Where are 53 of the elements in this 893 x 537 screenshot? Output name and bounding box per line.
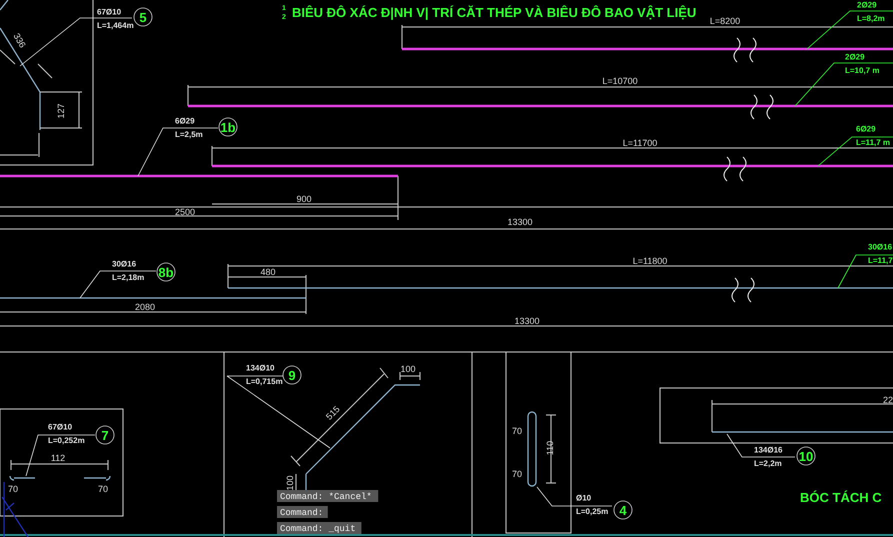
dimension-label: 70: [512, 426, 522, 436]
bar-mark-badge: 9: [282, 366, 302, 384]
bar-count-label: 2Ø29: [845, 52, 865, 62]
dimension-label: 70: [8, 484, 18, 494]
bar-count-label: 67Ø10: [48, 422, 72, 432]
bar-length-label: L=11,7 m: [856, 138, 890, 147]
bar-count-label: 134Ø16: [754, 446, 782, 454]
bar-count-label: 6Ø29: [856, 124, 876, 134]
bar-length-label: L=2,5m: [175, 130, 203, 139]
dimension-label: 112: [50, 453, 66, 463]
bar-count-label: Ø10: [576, 494, 592, 502]
dimension-label: L=8200: [710, 16, 740, 26]
bar-length-label: L=0,25m: [576, 507, 608, 516]
section-title: BÓC TÁCH C: [800, 490, 882, 505]
bar-length-label: L=11,7: [868, 256, 893, 265]
dimension-label: 110: [545, 440, 555, 456]
bar-mark-badge: 4: [614, 500, 632, 520]
bar-length-label: L=8,2m: [857, 14, 885, 23]
bar-length-label: L=2,18m: [112, 273, 144, 282]
bar-count-label: 30Ø16: [868, 242, 892, 252]
dimension-label: 127: [56, 103, 66, 119]
dimension-label: 70: [512, 469, 522, 479]
bar-mark-badge: 1b: [218, 118, 238, 136]
dimension-label: 100: [400, 364, 416, 374]
bar-count-label: 30Ø16: [112, 260, 136, 268]
bar-length-label: L=1,464m: [97, 21, 134, 30]
bar-length-label: L=2,2m: [754, 459, 782, 468]
drawing-title: BIÊU ĐÔ XÁC Đ|NH V| TRÍ CĂT THÉP VÀ BIÊU ĐÔ BAO VẬT LIỆU: [292, 5, 696, 20]
bar-count-label: 134Ø10: [246, 364, 274, 372]
dimension-label: 900: [296, 194, 312, 204]
bar-count-label: 6Ø29: [175, 116, 195, 126]
bar-count-label: 67Ø10: [97, 8, 122, 16]
dimension-label: 13300: [507, 217, 533, 227]
dimension-label: 480: [260, 267, 276, 277]
bar-mark-badge: 10: [796, 446, 816, 466]
dimension-label: 13300: [514, 316, 540, 326]
dimension-label: 515: [324, 404, 342, 422]
dimension-label: 22: [883, 395, 893, 405]
bar-count-label: 2Ø29: [857, 0, 877, 10]
bar-length-label: L=0,252m: [48, 436, 85, 445]
dimension-label: 70: [98, 484, 108, 494]
bar-mark-badge: 8b: [156, 262, 176, 282]
dimension-label: L=11800: [632, 256, 668, 266]
dimension-label: 2080: [134, 302, 156, 312]
dimension-label: 2500: [174, 207, 196, 217]
bar-length-label: L=0,715m: [246, 377, 283, 386]
bar-mark-badge: 7: [96, 426, 114, 444]
dimension-label: 336: [12, 32, 28, 50]
dimension-label: L=10700: [602, 76, 638, 86]
dimension-label: L=11700: [622, 138, 658, 148]
dimension-label: 100: [285, 475, 295, 491]
bar-length-label: L=10,7 m: [845, 66, 880, 75]
bar-mark-badge: 5: [134, 8, 152, 26]
